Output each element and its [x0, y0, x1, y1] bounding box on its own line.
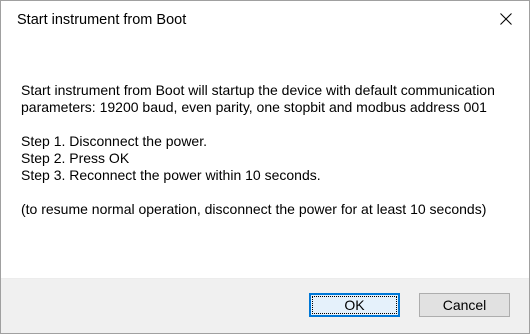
dialog-window: Start instrument from Boot Start instrum…	[0, 0, 530, 334]
intro-text: Start instrument from Boot will startup …	[21, 82, 495, 115]
cancel-button-label: Cancel	[442, 297, 487, 313]
step-1-text: Step 1. Disconnect the power.	[21, 133, 207, 149]
close-icon	[500, 13, 512, 25]
step-3-text: Step 3. Reconnect the power within 10 se…	[21, 167, 321, 183]
title-bar[interactable]: Start instrument from Boot	[1, 1, 529, 37]
close-button[interactable]	[483, 1, 529, 37]
message-body: Start instrument from Boot will startup …	[21, 82, 511, 218]
note-text: (to resume normal operation, disconnect …	[21, 201, 487, 217]
button-bar: OK Cancel	[1, 278, 529, 333]
cancel-button[interactable]: Cancel	[419, 293, 510, 317]
step-2-text: Step 2. Press OK	[21, 150, 130, 166]
window-title: Start instrument from Boot	[17, 12, 187, 28]
ok-button-label: OK	[344, 297, 365, 313]
ok-button[interactable]: OK	[309, 293, 400, 317]
